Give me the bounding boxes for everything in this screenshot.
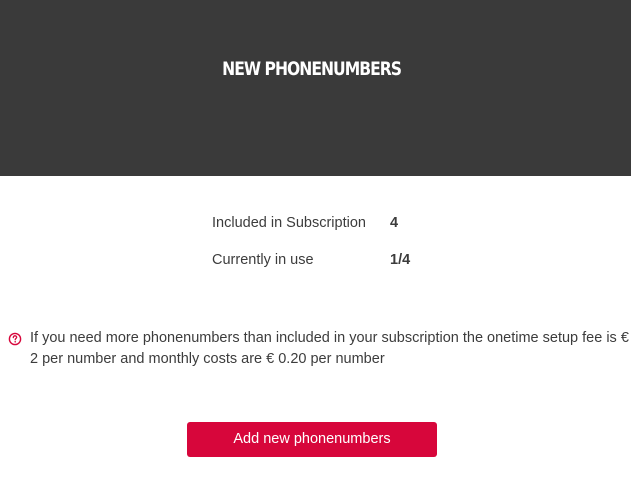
page-title: NEW PHONENUMBERS [222, 58, 402, 80]
stat-label-included: Included in Subscription [212, 215, 366, 231]
stat-value-in-use: 1/4 [390, 252, 411, 268]
help-circle-icon [8, 332, 22, 346]
stat-label-in-use: Currently in use [212, 252, 314, 268]
header-banner: NEW PHONENUMBERS [0, 0, 631, 176]
stat-value-included: 4 [390, 215, 399, 231]
page: NEW PHONENUMBERS Included in Subscriptio… [0, 0, 631, 496]
notice-text: If you need more phonenumbers than inclu… [30, 330, 629, 367]
add-phonenumbers-button[interactable]: Add new phonenumbers [187, 422, 437, 457]
